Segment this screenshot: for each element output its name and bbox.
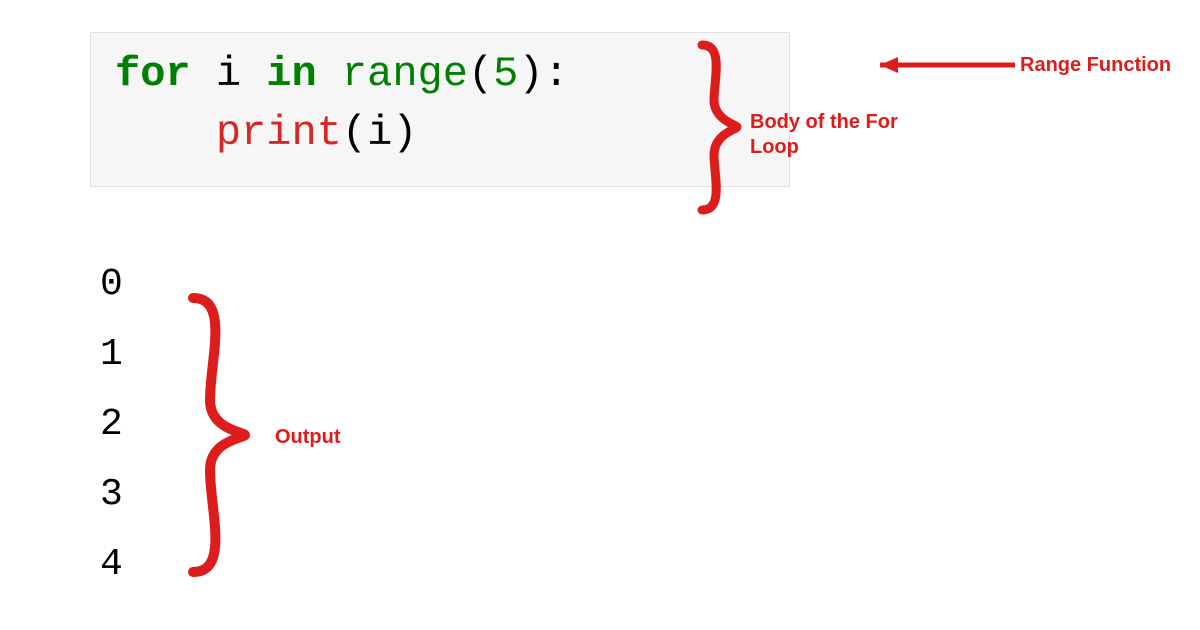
colon: : <box>544 50 569 98</box>
paren-close-2: ) <box>392 109 417 157</box>
indent <box>115 109 216 157</box>
output-line: 1 <box>100 320 123 390</box>
paren-open-2: ( <box>342 109 367 157</box>
code-line-1: for i in range(5): <box>115 45 771 104</box>
print-arg: i <box>367 109 392 157</box>
paren-close-1: ) <box>518 50 543 98</box>
literal-5: 5 <box>493 50 518 98</box>
brace-output-icon <box>175 290 265 580</box>
keyword-in: in <box>266 50 316 98</box>
label-range-function: Range Function <box>1020 53 1171 78</box>
output-line: 3 <box>100 460 123 530</box>
output-line: 4 <box>100 530 123 600</box>
label-body-of-loop: Body of the For Loop <box>750 110 910 160</box>
code-line-2: print(i) <box>115 104 771 163</box>
function-range: range <box>342 50 468 98</box>
keyword-for: for <box>115 50 191 98</box>
paren-open-1: ( <box>468 50 493 98</box>
code-cell: for i in range(5): print(i) <box>90 32 790 187</box>
label-output: Output <box>275 425 341 450</box>
output-line: 2 <box>100 390 123 460</box>
arrow-range-icon <box>860 50 1020 80</box>
output-line: 0 <box>100 250 123 320</box>
function-print: print <box>216 109 342 157</box>
variable-i: i <box>216 50 241 98</box>
output-block: 0 1 2 3 4 <box>100 250 123 600</box>
